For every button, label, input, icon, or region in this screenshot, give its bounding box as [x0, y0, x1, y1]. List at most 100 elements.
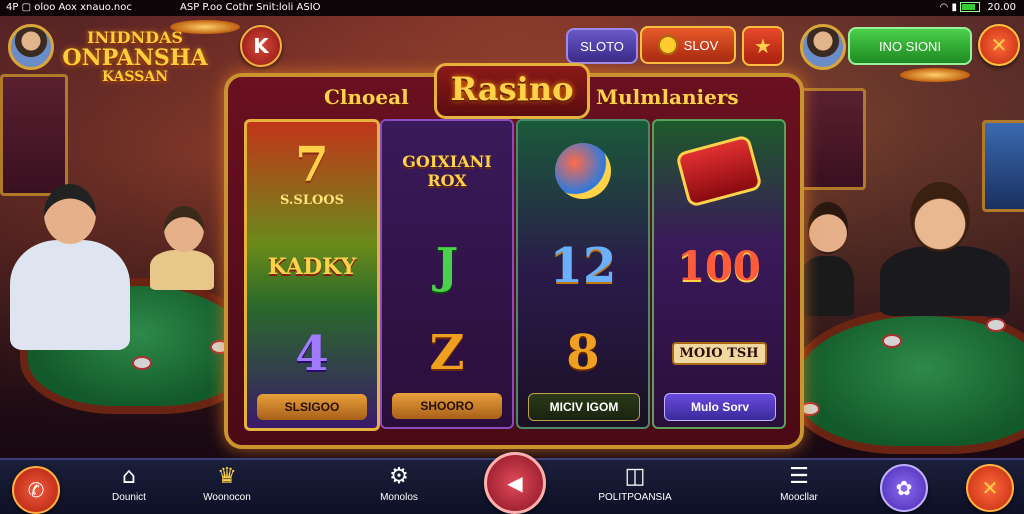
back-button[interactable]: K — [240, 25, 282, 67]
header-title: Rasino — [434, 63, 590, 119]
cross-icon: ✕ — [981, 476, 999, 500]
close-icon: ✕ — [990, 33, 1008, 57]
phone-icon: ✆ — [27, 478, 45, 502]
player-man-head — [44, 184, 96, 244]
opponent-avatar[interactable] — [800, 24, 846, 70]
reel-1-bot-symbol: 4 — [295, 326, 329, 382]
sloto-button[interactable]: SLOTO — [566, 28, 638, 64]
gear-icon: ⚙ — [389, 464, 409, 489]
megaphone-icon: ◀ — [507, 471, 523, 495]
status-left-text: 4P ▢ oloo Aox xnauo.noc — [6, 2, 132, 13]
machine-header: Clnoeal Rasino Mulmlaniers — [228, 63, 800, 119]
sloto-label: SLOTO — [580, 38, 624, 54]
back-icon: K — [253, 34, 269, 58]
player-woman-head — [808, 202, 848, 254]
join-session-button[interactable]: INO SIONI — [848, 27, 972, 65]
reel-4-bot: MOIO TSH — [658, 317, 780, 389]
reel-1: 7 S.SLOOS KADKY 4 SLSIGOO — [244, 119, 380, 431]
slov-label: SLOV — [683, 37, 719, 53]
nav-label: Woonocon — [203, 492, 251, 503]
nav-item-moocllar[interactable]: ☰ Moocllar — [754, 464, 844, 503]
nav-label: Dounict — [112, 492, 146, 503]
player-man — [10, 240, 130, 350]
chip-stack — [882, 334, 902, 348]
cog-icon: ✿ — [895, 476, 913, 500]
wifi-icon: ◠ — [939, 2, 949, 13]
player-boy-head — [164, 206, 204, 252]
ino-label: INO SIONI — [878, 38, 942, 54]
nav-label: Moocllar — [780, 492, 818, 503]
camera-icon: ◫ — [624, 464, 646, 489]
status-right: ◠ ▮ 20.00 — [940, 0, 1016, 16]
reel-2: GOIXIANI ROX J Z SHOORO — [380, 119, 514, 429]
reel-1-mid-label: KADKY — [267, 254, 357, 280]
status-center-text: ASP P.oo Cothr Snit:loli ASIO — [180, 2, 321, 13]
player-boy — [150, 250, 214, 290]
header-left-text: Clnoeal — [324, 85, 409, 109]
player-woman — [800, 256, 854, 316]
battery-icon — [960, 2, 981, 12]
clock-text: 20.00 — [987, 2, 1016, 13]
status-bar: 4P ▢ oloo Aox xnauo.noc ASP P.oo Cothr S… — [0, 0, 1024, 16]
wall-slot-machine — [798, 88, 866, 190]
reel-1-button-label: SLSIGOO — [284, 400, 340, 414]
logo-line-2: ONPANSHA — [62, 44, 208, 71]
reel-4-button-label: Mulo Sorv — [690, 400, 749, 414]
nav-label: Monolos — [380, 492, 418, 503]
gem-icon — [555, 143, 611, 199]
wall-screen — [982, 120, 1024, 212]
reel-3-bot-symbol: 8 — [566, 325, 600, 381]
logo-line-3: KASSAN — [101, 68, 169, 85]
reel-2-bot-symbol: Z — [429, 325, 465, 381]
slot-machine: Clnoeal Rasino Mulmlaniers 7 S.SLOOS KAD… — [224, 63, 804, 449]
crown-icon: ♛ — [217, 464, 237, 489]
settings-button[interactable]: ✿ — [880, 464, 928, 512]
slov-button[interactable]: SLOV — [640, 26, 736, 64]
star-icon: ★ — [754, 35, 772, 58]
reel-4-mid-symbol: 100 — [677, 242, 761, 290]
nav-item-monolos[interactable]: ⚙ Monolos — [354, 464, 444, 503]
reel-4: 100 MOIO TSH Mulo Sorv — [652, 119, 786, 429]
menu-icon: ☰ — [789, 464, 809, 489]
favorite-button[interactable]: ★ — [742, 26, 784, 66]
play-center-button[interactable]: ◀ — [484, 452, 546, 514]
chip-stack — [986, 318, 1006, 332]
nav-label: POLITPOANSIA — [598, 492, 672, 503]
game-logo: INIDNDAS ONPANSHA KASSAN — [60, 29, 210, 85]
exit-button[interactable]: ✕ — [966, 464, 1014, 512]
bottom-nav-bar: ✆ ⌂ Dounict ♛ Woonocon ⚙ Monolos ◀ ◫ POL… — [0, 452, 1024, 514]
wall-slot-machine — [0, 74, 68, 196]
lucky-seven-icon: 7 — [295, 136, 329, 193]
home-icon: ⌂ — [122, 464, 136, 489]
reel-4-top — [658, 125, 780, 217]
player-avatar[interactable] — [8, 24, 54, 70]
reel-3-button[interactable]: MICIV IGOM — [528, 393, 640, 421]
phone-button[interactable]: ✆ — [12, 466, 60, 514]
reel-2-button[interactable]: SHOORO — [392, 393, 502, 419]
reel-2-top-label: GOIXIANI ROX — [402, 152, 492, 190]
reel-1-top-label: S.SLOOS — [279, 192, 345, 208]
reel-3-mid-symbol: 12 — [549, 238, 617, 294]
ceiling-lamp — [900, 68, 970, 82]
signal-icon: ▮ — [951, 2, 957, 13]
player-woman-head — [910, 182, 970, 252]
nav-item-woonocon[interactable]: ♛ Woonocon — [182, 464, 272, 503]
slot-drum-icon — [675, 134, 763, 208]
nav-item-dounict[interactable]: ⌂ Dounict — [84, 464, 174, 503]
close-button[interactable]: ✕ — [978, 24, 1020, 66]
reel-3-button-label: MICIV IGOM — [549, 400, 619, 414]
coin-icon — [657, 35, 678, 55]
reel-3-top — [522, 125, 644, 217]
reel-4-bot-label: MOIO TSH — [671, 341, 767, 365]
reel-1-button[interactable]: SLSIGOO — [257, 394, 367, 420]
reel-4-button[interactable]: Mulo Sorv — [664, 393, 776, 421]
chip-stack — [132, 356, 152, 370]
reel-1-top: 7 S.SLOOS — [251, 126, 373, 218]
reel-2-button-label: SHOORO — [420, 399, 474, 413]
reel-3: 12 8 MICIV IGOM — [516, 119, 650, 429]
player-woman — [880, 246, 1010, 316]
header-right-text: Mulmlaniers — [596, 85, 739, 109]
reel-2-mid-symbol: J — [435, 238, 459, 294]
reel-grid: 7 S.SLOOS KADKY 4 SLSIGOO GOIXIANI ROX J… — [244, 119, 786, 431]
nav-item-politpoansia[interactable]: ◫ POLITPOANSIA — [580, 464, 690, 503]
